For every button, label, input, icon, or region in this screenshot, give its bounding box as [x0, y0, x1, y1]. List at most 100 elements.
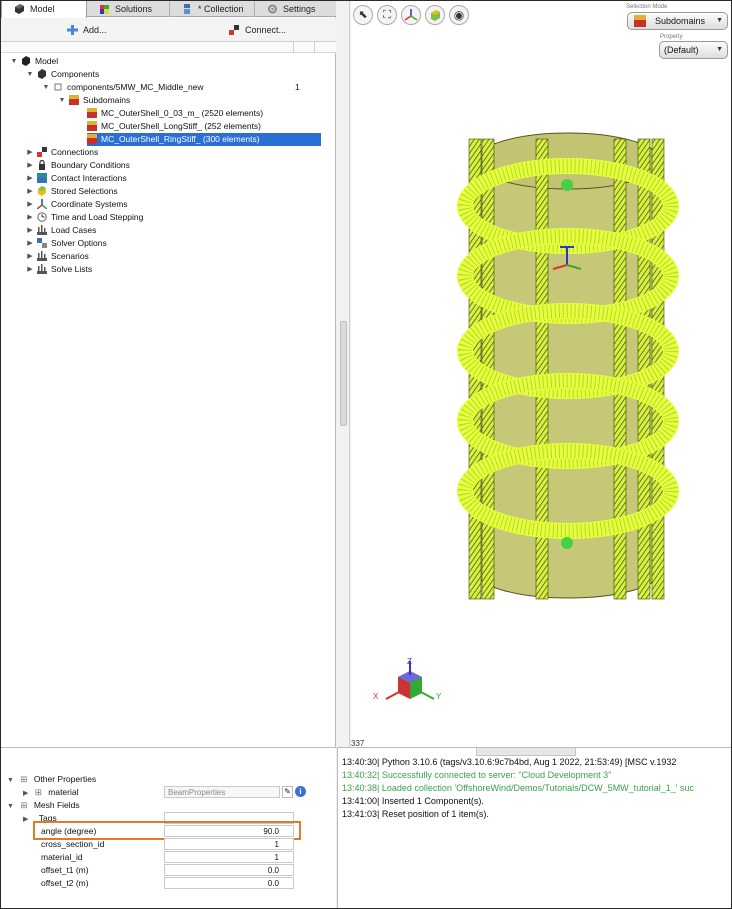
3d-viewport[interactable]: ⬉ ⛶ ◉ Selection Mode Subdomains ▼ Proper…	[351, 1, 731, 748]
console-grip[interactable]	[476, 748, 576, 756]
tree-label: Solve Lists	[51, 264, 93, 274]
tree-item-scenarios[interactable]: ▶ Scenarios	[27, 250, 89, 263]
material-id-field[interactable]: 1	[164, 851, 294, 863]
tree-label: Load Cases	[51, 225, 97, 235]
cross-section-field[interactable]: 1	[164, 838, 294, 850]
tree-item-solve-lists[interactable]: ▶ Solve Lists	[27, 263, 93, 276]
model-toolbar: Add... Connect...	[1, 18, 336, 42]
tree-item-time-load-stepping[interactable]: ▶ Time and Load Stepping	[27, 211, 144, 224]
tree-item-load-cases[interactable]: ▶ Load Cases	[27, 224, 97, 237]
tree-item-components[interactable]: ▼ Components	[27, 68, 100, 81]
collapse-arrow-icon[interactable]: ▼	[25, 68, 35, 81]
add-button[interactable]: Add...	[67, 22, 107, 38]
connect-icon	[229, 25, 239, 35]
tree-label: Coordinate Systems	[51, 199, 128, 209]
app-window: Model Solutions * Collection Settings Ad…	[1, 1, 731, 908]
connect-button-label: Connect...	[245, 25, 287, 35]
load-cases-icon	[37, 225, 47, 235]
tree-label: Stored Selections	[51, 186, 118, 196]
offset-t2-label: offset_t2 (m)	[41, 878, 89, 888]
console-line: 13:41:00| Inserted 1 Component(s).	[342, 796, 484, 806]
expand-arrow-icon[interactable]: ▶	[25, 159, 35, 172]
tree-item-stored-selections[interactable]: ▶ Stored Selections	[27, 185, 118, 198]
connect-button[interactable]: Connect...	[229, 22, 286, 38]
expand-arrow-icon[interactable]: ▶	[23, 816, 28, 823]
component-count: 1	[295, 82, 300, 92]
contact-icon	[37, 173, 47, 183]
expand-arrow-icon[interactable]: ▶	[25, 172, 35, 185]
group-grid-icon: ⊞	[20, 774, 28, 784]
expand-arrow-icon[interactable]: ▶	[25, 211, 35, 224]
tree-item-component-file[interactable]: ▼ components/5MW_MC_Middle_new 1	[43, 81, 300, 94]
tree-label: Boundary Conditions	[51, 160, 130, 170]
node-marker	[561, 537, 573, 549]
subdomain-icon	[87, 108, 97, 118]
lock-icon	[39, 160, 45, 170]
offset-t1-field[interactable]: 0.0	[164, 864, 294, 876]
tree-label: Connections	[51, 147, 99, 157]
tab-bar: Model Solutions * Collection Settings	[1, 1, 336, 18]
info-icon[interactable]: i	[295, 786, 306, 797]
panel-splitter[interactable]	[337, 1, 350, 747]
axis-y-label: Y	[436, 692, 442, 701]
scenarios-icon	[37, 251, 47, 261]
tree-item-coordinate-systems[interactable]: ▶ Coordinate Systems	[27, 198, 128, 211]
tree-item-contact-interactions[interactable]: ▶ Contact Interactions	[27, 172, 127, 185]
offset-t1-label: offset_t1 (m)	[41, 865, 89, 875]
mesh-fields-group[interactable]: ▼ ⊞ Mesh Fields	[7, 799, 80, 812]
material-field[interactable]: BeamProperties	[164, 786, 280, 798]
tab-settings[interactable]: Settings	[255, 1, 336, 17]
console-line: 13:41:03| Reset position of 1 item(s).	[342, 809, 489, 819]
splitter-handle[interactable]	[340, 321, 347, 426]
tree-label: Subdomains	[83, 95, 131, 105]
tree-label: MC_OuterShell_LongStiff_ (252 elements)	[101, 121, 262, 131]
connections-icon	[37, 147, 47, 157]
axis-z-label: Z	[407, 657, 412, 666]
collapse-arrow-icon[interactable]: ▼	[57, 94, 67, 107]
axis-triad: Z X Y	[373, 657, 442, 701]
expand-arrow-icon[interactable]: ▶	[25, 237, 35, 250]
tree-item-solver-options[interactable]: ▶ Solver Options	[27, 237, 107, 250]
tree-item-boundary-conditions[interactable]: ▶ Boundary Conditions	[27, 159, 130, 172]
tree-item-subdomain[interactable]: MC_OuterShell_0_03_m_ (2520 elements)	[87, 107, 263, 120]
tree-item-model[interactable]: ▼ Model	[11, 55, 58, 68]
node-marker	[561, 179, 573, 191]
model-panel: Model Solutions * Collection Settings Ad…	[1, 1, 336, 747]
expand-arrow-icon[interactable]: ▶	[25, 263, 35, 276]
expand-arrow-icon[interactable]: ▶	[25, 185, 35, 198]
expand-arrow-icon[interactable]: ▶	[25, 198, 35, 211]
tree-label: Time and Load Stepping	[51, 212, 144, 222]
collapse-arrow-icon[interactable]: ▼	[41, 81, 51, 94]
tab-collection[interactable]: * Collection	[170, 1, 255, 17]
other-properties-label: Other Properties	[33, 774, 97, 784]
tree-label: Components	[51, 69, 100, 79]
collapse-arrow-icon[interactable]: ▼	[7, 777, 14, 784]
console-line: 13:40:32| Successfully connected to serv…	[342, 770, 612, 780]
expand-arrow-icon[interactable]: ▶	[25, 250, 35, 263]
expand-arrow-icon[interactable]: ▶	[23, 790, 28, 797]
material-label: material	[48, 787, 79, 797]
expand-arrow-icon[interactable]: ▶	[25, 224, 35, 237]
tree-item-subdomain[interactable]: MC_OuterShell_LongStiff_ (252 elements)	[87, 120, 261, 133]
model-render: Z X Y	[373, 132, 679, 701]
subdomain-icon	[87, 134, 97, 144]
tab-solutions[interactable]: Solutions	[87, 1, 170, 17]
collapse-arrow-icon[interactable]: ▼	[7, 803, 14, 810]
tree-item-subdomain-selected[interactable]: MC_OuterShell_RingStiff_ (300 elements)	[87, 133, 321, 146]
expand-arrow-icon[interactable]: ▶	[25, 146, 35, 159]
tree-item-connections[interactable]: ▶ Connections	[27, 146, 99, 159]
tree-item-subdomains[interactable]: ▼ Subdomains	[59, 94, 131, 107]
group-grid-icon: ⊞	[20, 800, 28, 810]
console-line: 13:40:30| Python 3.10.6 (tags/v3.10.6:9c…	[342, 757, 677, 767]
tab-solutions-label: Solutions	[115, 4, 153, 14]
collapse-arrow-icon[interactable]: ▼	[9, 55, 19, 68]
tab-settings-label: Settings	[283, 4, 316, 14]
console-line: 13:40:38| Loaded collection 'OffshoreWin…	[342, 783, 694, 793]
mesh-fields-label: Mesh Fields	[33, 800, 80, 810]
tab-model[interactable]: Model	[1, 1, 87, 18]
other-properties-group[interactable]: ▼ ⊞ Other Properties	[7, 773, 96, 786]
edit-pencil-icon[interactable]: ✎	[282, 786, 293, 798]
tab-model-label: Model	[30, 4, 55, 14]
console-panel[interactable]: 13:40:30| Python 3.10.6 (tags/v3.10.6:9c…	[337, 747, 731, 908]
offset-t2-field[interactable]: 0.0	[164, 877, 294, 889]
